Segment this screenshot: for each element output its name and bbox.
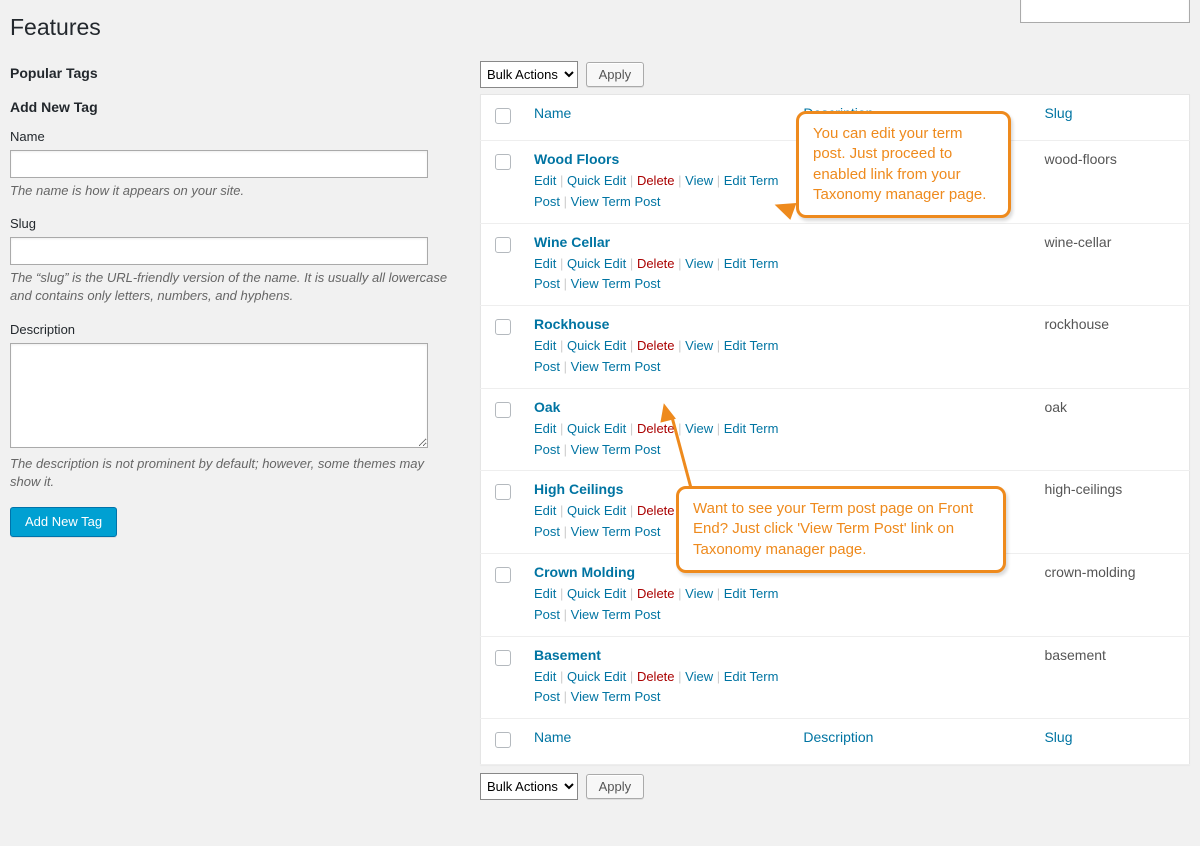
popular-tags-heading: Popular Tags — [10, 65, 450, 81]
view-term-post-link[interactable]: View Term Post — [571, 194, 661, 209]
view-link[interactable]: View — [685, 421, 713, 436]
row-checkbox[interactable] — [495, 237, 511, 253]
quick-edit-link[interactable]: Quick Edit — [567, 421, 626, 436]
tag-slug-cell: high-ceilings — [1034, 471, 1189, 554]
edit-link[interactable]: Edit — [534, 256, 556, 271]
view-link[interactable]: View — [685, 669, 713, 684]
tag-name-link[interactable]: Wood Floors — [534, 151, 619, 167]
edit-link[interactable]: Edit — [534, 669, 556, 684]
table-row: Wine CellarEdit | Quick Edit | Delete | … — [481, 223, 1190, 306]
view-term-post-link[interactable]: View Term Post — [571, 359, 661, 374]
col-slug-footer[interactable]: Slug — [1044, 729, 1072, 745]
view-term-post-link[interactable]: View Term Post — [571, 442, 661, 457]
tag-slug-cell: rockhouse — [1034, 306, 1189, 389]
name-input[interactable] — [10, 150, 428, 178]
description-input[interactable] — [10, 343, 428, 448]
slug-hint: The “slug” is the URL-friendly version o… — [10, 269, 450, 305]
tag-slug-cell: basement — [1034, 636, 1189, 719]
row-checkbox[interactable] — [495, 567, 511, 583]
tag-description-cell — [793, 388, 1034, 471]
view-link[interactable]: View — [685, 173, 713, 188]
table-row: BasementEdit | Quick Edit | Delete | Vie… — [481, 636, 1190, 719]
edit-link[interactable]: Edit — [534, 586, 556, 601]
edit-link[interactable]: Edit — [534, 173, 556, 188]
edit-link[interactable]: Edit — [534, 338, 556, 353]
tag-slug-cell: wine-cellar — [1034, 223, 1189, 306]
tag-name-link[interactable]: High Ceilings — [534, 481, 623, 497]
delete-link[interactable]: Delete — [637, 338, 675, 353]
add-tag-panel: Popular Tags Add New Tag Name The name i… — [10, 61, 450, 537]
edit-link[interactable]: Edit — [534, 503, 556, 518]
tag-description-cell — [793, 636, 1034, 719]
page-title: Features — [10, 14, 1190, 41]
tag-description-cell — [793, 223, 1034, 306]
bulk-actions-bottom[interactable]: Bulk Actions — [480, 773, 578, 800]
row-checkbox[interactable] — [495, 484, 511, 500]
description-hint: The description is not prominent by defa… — [10, 455, 450, 491]
col-name-footer[interactable]: Name — [534, 729, 571, 745]
col-name-header[interactable]: Name — [534, 105, 571, 121]
view-term-post-link[interactable]: View Term Post — [571, 524, 661, 539]
tag-name-link[interactable]: Crown Molding — [534, 564, 635, 580]
row-checkbox[interactable] — [495, 650, 511, 666]
tag-name-link[interactable]: Rockhouse — [534, 316, 609, 332]
select-all-bottom[interactable] — [495, 732, 511, 748]
table-row: OakEdit | Quick Edit | Delete | View | E… — [481, 388, 1190, 471]
tag-slug-cell: wood-floors — [1034, 141, 1189, 224]
view-term-post-link[interactable]: View Term Post — [571, 607, 661, 622]
tag-description-cell — [793, 306, 1034, 389]
annotation-edit-term: You can edit your term post. Just procee… — [796, 111, 1011, 218]
delete-link[interactable]: Delete — [637, 586, 675, 601]
view-link[interactable]: View — [685, 338, 713, 353]
delete-link[interactable]: Delete — [637, 669, 675, 684]
row-checkbox[interactable] — [495, 402, 511, 418]
delete-link[interactable]: Delete — [637, 503, 675, 518]
apply-button-bottom[interactable]: Apply — [586, 774, 645, 799]
quick-edit-link[interactable]: Quick Edit — [567, 669, 626, 684]
bulk-actions-top[interactable]: Bulk Actions — [480, 61, 578, 88]
delete-link[interactable]: Delete — [637, 173, 675, 188]
delete-link[interactable]: Delete — [637, 421, 675, 436]
view-link[interactable]: View — [685, 586, 713, 601]
quick-edit-link[interactable]: Quick Edit — [567, 586, 626, 601]
col-desc-footer[interactable]: Description — [803, 729, 873, 745]
add-new-tag-button[interactable]: Add New Tag — [10, 507, 117, 537]
select-all-top[interactable] — [495, 108, 511, 124]
slug-label: Slug — [10, 216, 450, 231]
add-new-tag-heading: Add New Tag — [10, 99, 450, 115]
name-hint: The name is how it appears on your site. — [10, 182, 450, 200]
delete-link[interactable]: Delete — [637, 256, 675, 271]
table-row: RockhouseEdit | Quick Edit | Delete | Vi… — [481, 306, 1190, 389]
name-label: Name — [10, 129, 450, 144]
tag-slug-cell: oak — [1034, 388, 1189, 471]
quick-edit-link[interactable]: Quick Edit — [567, 173, 626, 188]
quick-edit-link[interactable]: Quick Edit — [567, 256, 626, 271]
tag-name-link[interactable]: Wine Cellar — [534, 234, 610, 250]
slug-input[interactable] — [10, 237, 428, 265]
apply-button-top[interactable]: Apply — [586, 62, 645, 87]
annotation-view-term: Want to see your Term post page on Front… — [676, 486, 1006, 573]
view-term-post-link[interactable]: View Term Post — [571, 276, 661, 291]
tags-table-panel: Bulk Actions Apply Name Description Slug… — [480, 61, 1190, 806]
tag-name-link[interactable]: Oak — [534, 399, 560, 415]
view-term-post-link[interactable]: View Term Post — [571, 689, 661, 704]
col-slug-header[interactable]: Slug — [1044, 105, 1072, 121]
quick-edit-link[interactable]: Quick Edit — [567, 338, 626, 353]
tag-name-link[interactable]: Basement — [534, 647, 601, 663]
tag-slug-cell: crown-molding — [1034, 553, 1189, 636]
row-checkbox[interactable] — [495, 319, 511, 335]
edit-link[interactable]: Edit — [534, 421, 556, 436]
view-link[interactable]: View — [685, 256, 713, 271]
search-input[interactable] — [1020, 0, 1190, 23]
row-checkbox[interactable] — [495, 154, 511, 170]
quick-edit-link[interactable]: Quick Edit — [567, 503, 626, 518]
description-label: Description — [10, 322, 450, 337]
